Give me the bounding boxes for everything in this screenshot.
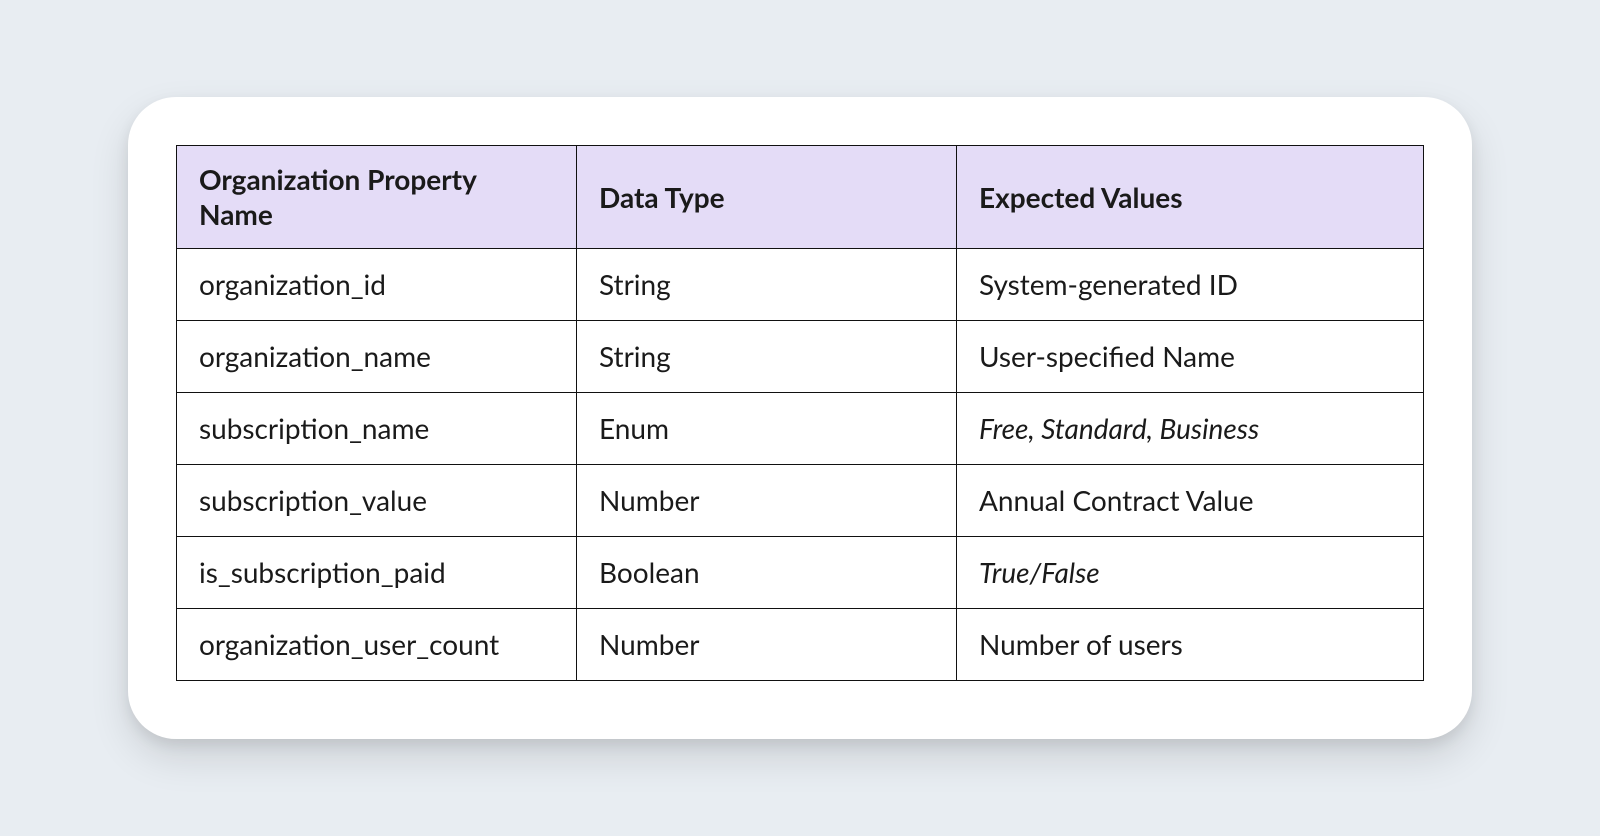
- table-row: subscription_valueNumberAnnual Contract …: [177, 465, 1424, 537]
- cell-type: Number: [577, 609, 957, 681]
- table-header-row: Organization Property Name Data Type Exp…: [177, 146, 1424, 249]
- cell-expected: Annual Contract Value: [957, 465, 1424, 537]
- cell-type: Boolean: [577, 537, 957, 609]
- cell-type: String: [577, 249, 957, 321]
- cell-expected: Number of users: [957, 609, 1424, 681]
- column-header-expected: Expected Values: [957, 146, 1424, 249]
- cell-property: organization_name: [177, 321, 577, 393]
- cell-property: is_subscription_paid: [177, 537, 577, 609]
- column-header-type: Data Type: [577, 146, 957, 249]
- cell-property: subscription_value: [177, 465, 577, 537]
- cell-type: String: [577, 321, 957, 393]
- table-row: organization_idStringSystem-generated ID: [177, 249, 1424, 321]
- cell-type: Enum: [577, 393, 957, 465]
- properties-table: Organization Property Name Data Type Exp…: [176, 145, 1424, 681]
- cell-expected: System-generated ID: [957, 249, 1424, 321]
- cell-expected: User-specified Name: [957, 321, 1424, 393]
- table-row: is_subscription_paidBooleanTrue/False: [177, 537, 1424, 609]
- cell-expected: Free, Standard, Business: [957, 393, 1424, 465]
- cell-type: Number: [577, 465, 957, 537]
- cell-property: subscription_name: [177, 393, 577, 465]
- column-header-property: Organization Property Name: [177, 146, 577, 249]
- cell-property: organization_id: [177, 249, 577, 321]
- cell-expected: True/False: [957, 537, 1424, 609]
- table-body: organization_idStringSystem-generated ID…: [177, 249, 1424, 681]
- table-card: Organization Property Name Data Type Exp…: [128, 97, 1472, 739]
- cell-property: organization_user_count: [177, 609, 577, 681]
- table-row: organization_user_countNumberNumber of u…: [177, 609, 1424, 681]
- table-row: organization_nameStringUser-specified Na…: [177, 321, 1424, 393]
- table-row: subscription_nameEnumFree, Standard, Bus…: [177, 393, 1424, 465]
